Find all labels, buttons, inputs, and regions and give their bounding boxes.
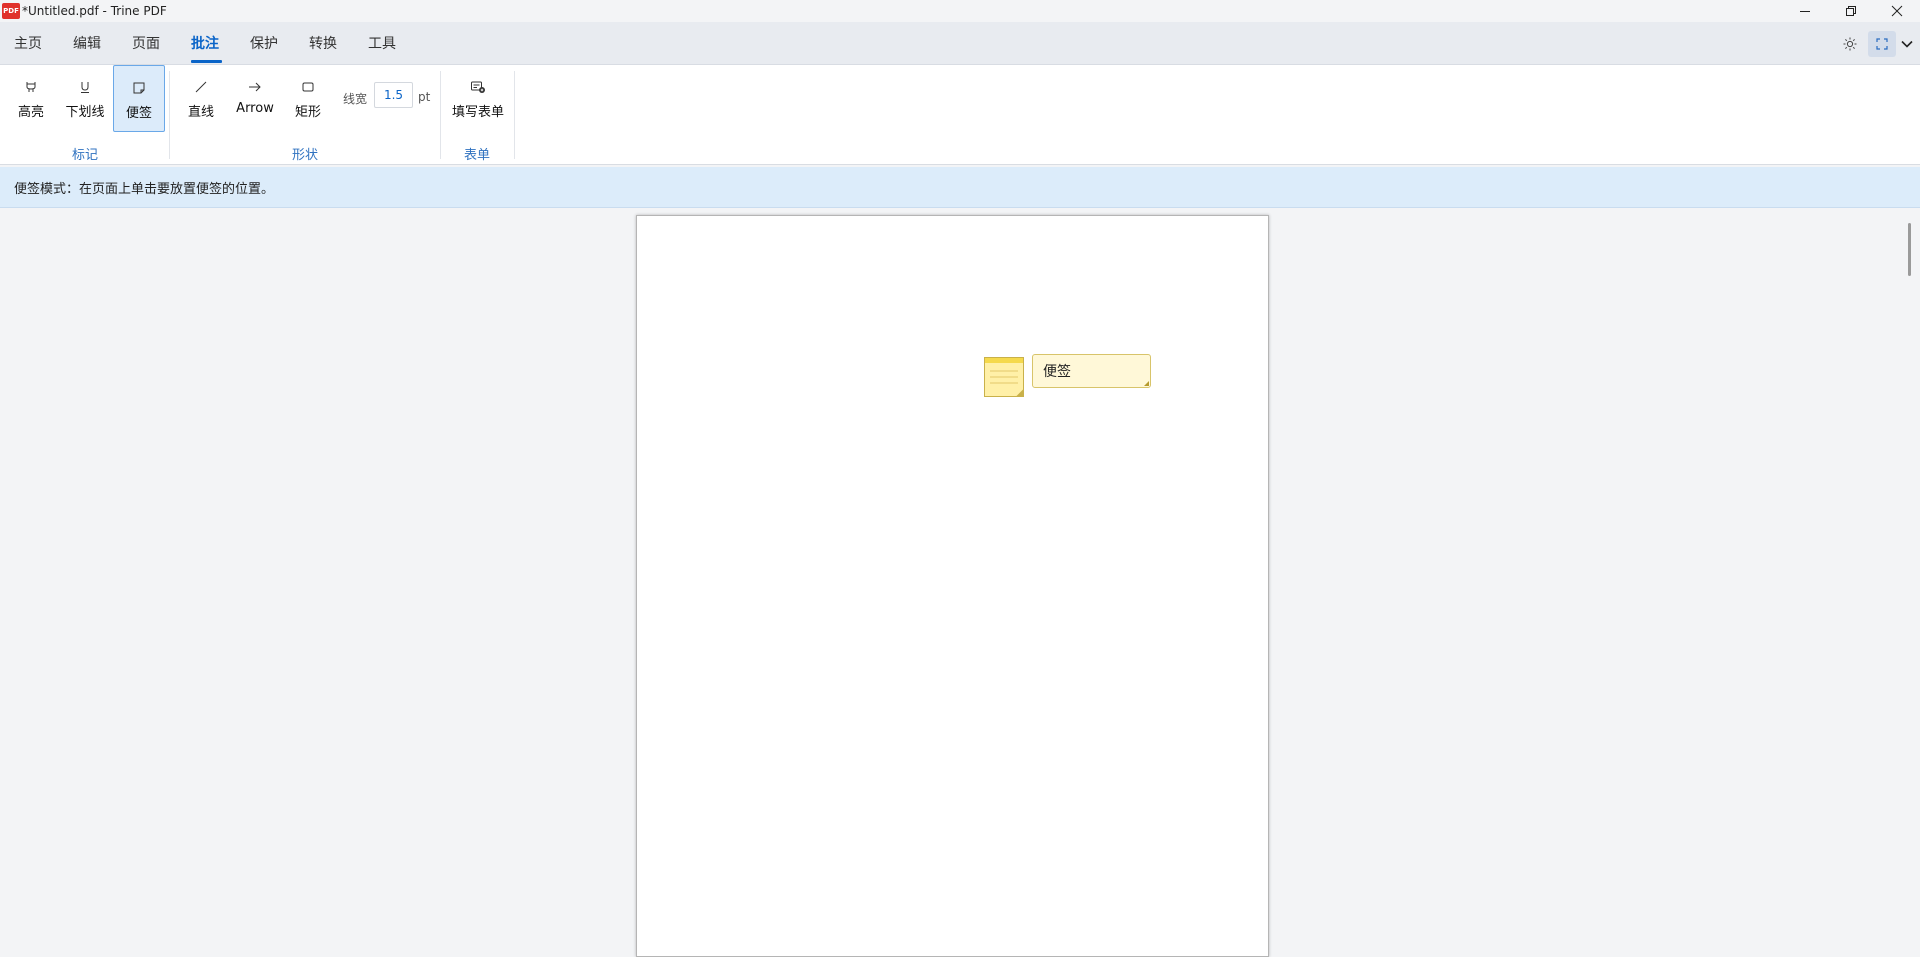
fullscreen-icon: [1876, 38, 1888, 50]
minimize-icon: [1800, 11, 1810, 12]
vertical-scrollbar[interactable]: [1908, 223, 1911, 276]
line-width-input[interactable]: 1.5: [374, 82, 413, 108]
group-divider: [514, 71, 515, 159]
resize-handle[interactable]: [1144, 381, 1149, 386]
close-icon: [1891, 5, 1903, 17]
fill-form-label: 填写表单: [451, 105, 504, 120]
group-label-shapes: 形状: [291, 148, 318, 163]
underline-button[interactable]: 下划线: [60, 65, 110, 132]
group-divider: [169, 71, 170, 159]
tab-convert[interactable]: 转换: [309, 22, 337, 64]
restore-icon: [1846, 6, 1856, 16]
title-bar: PDF *Untitled.pdf - Trine PDF: [0, 0, 1920, 22]
close-button[interactable]: [1874, 0, 1920, 22]
form-fill-icon: [471, 81, 485, 93]
window-title: *Untitled.pdf - Trine PDF: [22, 4, 167, 18]
fullscreen-button[interactable]: [1868, 31, 1896, 57]
underline-icon: [81, 82, 89, 93]
tab-annotate[interactable]: 批注: [191, 22, 219, 64]
fill-form-button[interactable]: 填写表单: [448, 65, 508, 132]
arrow-tool-label: Arrow: [236, 101, 274, 116]
underline-label: 下划线: [65, 105, 105, 120]
highlighter-icon: [26, 82, 36, 92]
theme-toggle-button[interactable]: [1837, 31, 1863, 57]
tab-home[interactable]: 主页: [14, 22, 42, 64]
mode-info-bar: 便签模式：在页面上单击要放置便签的位置。: [0, 167, 1920, 208]
line-width-unit: pt: [418, 90, 431, 104]
sticky-note-text: 便签: [1043, 364, 1071, 380]
sun-icon: [1843, 37, 1857, 51]
minimize-button[interactable]: [1782, 0, 1828, 22]
ribbon-panel: 高亮 下划线 便签 标记 直线 Arrow 矩形 线宽 1.5 pt 形状 填写…: [0, 65, 1920, 165]
highlight-label: 高亮: [17, 105, 44, 120]
sticky-note-popup[interactable]: 便签: [1032, 354, 1151, 388]
chevron-down-icon: [1901, 40, 1913, 48]
group-divider: [440, 71, 441, 159]
sticky-note-icon: [133, 82, 145, 94]
group-label-markup: 标记: [71, 148, 98, 163]
app-logo-icon: PDF: [2, 3, 20, 19]
arrow-right-icon: [249, 82, 261, 92]
tab-edit[interactable]: 编辑: [73, 22, 101, 64]
mode-info-message: 便签模式：在页面上单击要放置便签的位置。: [14, 181, 275, 197]
sticky-note-annotation-icon[interactable]: [984, 357, 1024, 397]
pdf-page[interactable]: 便签: [636, 215, 1269, 957]
sticky-note-label: 便签: [125, 106, 152, 121]
ribbon-tab-bar: 主页 编辑 页面 批注 保护 转换 工具: [0, 22, 1920, 65]
line-icon: [195, 81, 207, 93]
group-label-form: 表单: [463, 148, 490, 163]
line-tool-label: 直线: [187, 105, 214, 120]
collapse-ribbon-button[interactable]: [1897, 31, 1917, 57]
window-controls: [1782, 0, 1920, 22]
sticky-note-button[interactable]: 便签: [113, 65, 165, 132]
rectangle-icon: [302, 82, 314, 92]
rectangle-tool-label: 矩形: [294, 105, 321, 120]
line-tool-button[interactable]: 直线: [180, 65, 222, 132]
tab-tools[interactable]: 工具: [368, 22, 396, 64]
line-width-label: 线宽: [343, 92, 368, 106]
tab-page[interactable]: 页面: [132, 22, 160, 64]
restore-button[interactable]: [1828, 0, 1874, 22]
tab-protect[interactable]: 保护: [250, 22, 278, 64]
rectangle-tool-button[interactable]: 矩形: [287, 65, 329, 132]
highlight-button[interactable]: 高亮: [10, 65, 52, 132]
active-tab-indicator: [191, 60, 222, 63]
arrow-tool-button[interactable]: Arrow: [230, 65, 280, 132]
